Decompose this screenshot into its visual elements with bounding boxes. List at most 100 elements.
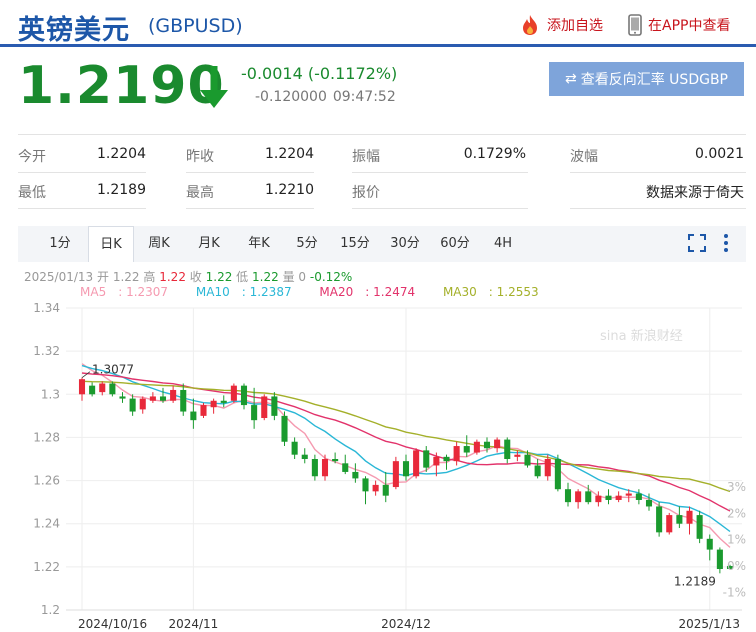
stats-row-divider xyxy=(18,172,146,173)
tab-daily-k[interactable]: 日K xyxy=(88,226,134,262)
candle-body xyxy=(261,396,268,419)
info-volume-label: 量 xyxy=(282,270,295,284)
swap-icon: ⇄ xyxy=(565,71,577,87)
candle xyxy=(210,398,217,414)
candle xyxy=(463,435,470,457)
candle xyxy=(413,448,420,479)
y-tick-label: 1.26 xyxy=(33,474,60,488)
candle-body xyxy=(119,396,126,399)
add-favorite-button[interactable]: 添加自选 xyxy=(519,13,603,37)
stats-bottom-divider xyxy=(570,208,746,209)
candle-body xyxy=(139,398,146,410)
candle xyxy=(716,547,723,574)
candle xyxy=(200,402,207,419)
candle xyxy=(230,383,237,403)
info-date: 2025/01/13 xyxy=(24,270,94,284)
phone-icon xyxy=(628,14,642,36)
stats-row-divider xyxy=(352,172,528,173)
ma20-legend: MA20: 1.2474 xyxy=(319,285,416,299)
chart-axes: 1.34 1.32 1.3 1.28 1.26 1.24 1.22 1.2 3% 2% 1% 0% -1… xyxy=(33,301,746,631)
stat-label-prev-close: 昨收 xyxy=(186,149,214,165)
data-source: 数据来源于倚天 xyxy=(646,185,744,201)
candle-body xyxy=(240,385,248,406)
candle-body xyxy=(666,515,673,533)
price-change: -0.0014 (-0.1172%) xyxy=(241,64,398,83)
stat-label-amplitude: 振幅 xyxy=(352,149,380,165)
stat-value-range: 0.0021 xyxy=(695,146,744,162)
candle xyxy=(311,454,318,481)
x-tick-label: 2024/12 xyxy=(381,617,431,631)
x-tick-label: 2024/10/16 xyxy=(78,617,147,631)
candle xyxy=(301,448,308,464)
candle xyxy=(564,482,572,507)
candle xyxy=(595,491,602,507)
x-tick-label: 2024/11 xyxy=(168,617,218,631)
candle-body xyxy=(453,446,460,462)
reverse-rate-label: 查看反向汇率 USDGBP xyxy=(580,72,728,88)
candle-info-line: 2025/01/13 开 1.22 高 1.22 收 1.22 低 1.22 量… xyxy=(24,268,352,285)
candle xyxy=(575,489,582,509)
tab-60min[interactable]: 60分 xyxy=(430,226,480,262)
candle xyxy=(149,392,156,403)
candle xyxy=(291,437,298,459)
kline-chart[interactable]: sina 新浪财经 1.34 1.32 1.3 1.28 1.26 1.24 1.22 1.2… xyxy=(0,300,756,632)
candle-body xyxy=(210,400,217,408)
candle xyxy=(342,454,349,475)
ma5-legend: MA5: 1.2307 xyxy=(80,285,169,299)
fullscreen-icon[interactable] xyxy=(686,232,708,254)
stat-value-prev-close: 1.2204 xyxy=(265,146,314,162)
candle xyxy=(261,394,268,421)
info-high: 1.22 xyxy=(159,270,186,284)
info-close: 1.22 xyxy=(205,270,233,284)
max-label: 1.3077 xyxy=(92,363,134,377)
candle xyxy=(554,454,561,492)
add-favorite-label: 添加自选 xyxy=(547,18,603,34)
candle-body xyxy=(311,459,318,477)
candle-body xyxy=(676,515,683,524)
view-in-app-button[interactable]: 在APP中查看 xyxy=(628,13,730,37)
tab-15min[interactable]: 15分 xyxy=(330,226,380,262)
candle xyxy=(473,439,480,455)
candle-body xyxy=(494,439,501,449)
info-open-label: 开 xyxy=(97,270,110,284)
tab-30min[interactable]: 30分 xyxy=(380,226,430,262)
tab-1min[interactable]: 1分 xyxy=(32,226,88,262)
info-low-label: 低 xyxy=(236,270,249,284)
tab-weekly-k[interactable]: 周K xyxy=(134,226,184,262)
tab-yearly-k[interactable]: 年K xyxy=(234,226,284,262)
tab-monthly-k[interactable]: 月K xyxy=(184,226,234,262)
candle-body xyxy=(696,515,703,539)
candle-body xyxy=(443,456,450,462)
candle xyxy=(119,392,126,403)
more-vertical-icon[interactable] xyxy=(720,232,732,254)
candle-body xyxy=(635,493,642,500)
candle xyxy=(78,377,86,401)
stat-label-range: 波幅 xyxy=(570,149,598,165)
candle-body xyxy=(534,465,541,477)
tab-4h[interactable]: 4H xyxy=(480,226,526,262)
stats-bottom-divider xyxy=(186,208,314,209)
ma10-legend: MA10: 1.2387 xyxy=(195,285,292,299)
x-tick-label: 2025/1/13 xyxy=(678,617,740,631)
candle xyxy=(240,383,248,410)
reverse-rate-button[interactable]: ⇄ 查看反向汇率 USDGBP xyxy=(549,62,744,96)
candle xyxy=(504,437,511,464)
candle-body xyxy=(615,495,622,500)
stat-label-low: 最低 xyxy=(18,185,46,201)
tab-5min[interactable]: 5分 xyxy=(284,226,330,262)
candle-body xyxy=(483,441,491,449)
candle xyxy=(706,534,713,561)
right-tick-label: 3% xyxy=(727,480,746,494)
candle-body xyxy=(656,506,663,533)
candle xyxy=(159,387,167,403)
quote-time: 09:47:52 xyxy=(332,89,396,105)
candle-body xyxy=(392,461,399,488)
y-tick-label: 1.32 xyxy=(33,344,60,358)
candle-body xyxy=(362,478,369,492)
candle xyxy=(402,454,410,481)
info-change: -0.12% xyxy=(309,270,353,284)
candle-body xyxy=(706,538,713,550)
flame-icon xyxy=(523,15,537,35)
candle-body xyxy=(504,439,511,459)
min-label: 1.2189 xyxy=(674,574,716,588)
